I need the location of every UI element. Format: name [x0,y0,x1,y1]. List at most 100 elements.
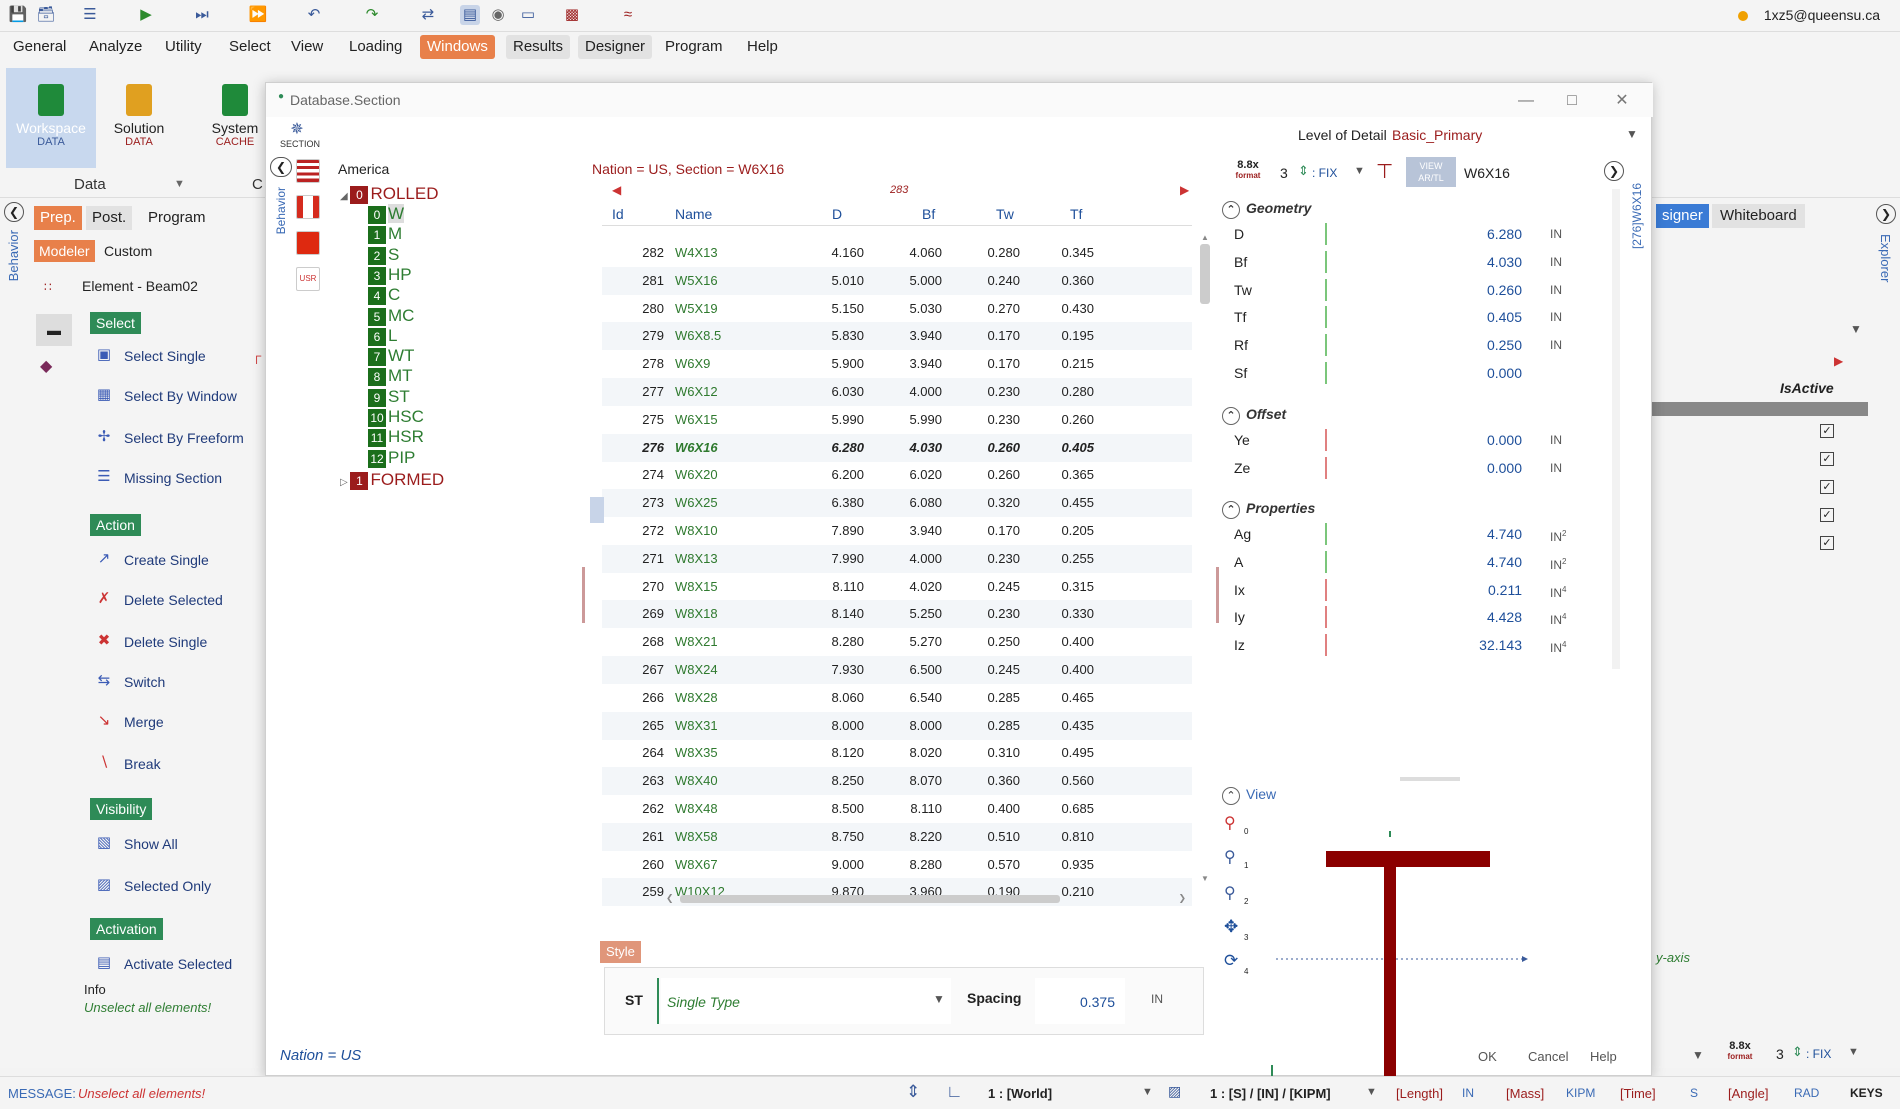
right-dropdown-icon[interactable]: ▼ [1850,322,1862,336]
camera-icon[interactable]: ◉ [488,5,508,25]
window-icon[interactable]: ▭ [518,5,538,25]
run-selected-icon[interactable]: ⏩ [248,5,268,25]
ok-button[interactable]: OK [1478,1049,1497,1064]
col-name[interactable]: Name [675,203,712,225]
table-row[interactable]: 278 W6X9 5.900 3.940 0.170 0.215 [602,350,1192,378]
flag-user-icon[interactable]: USR [296,267,320,291]
menu-help[interactable]: Help [740,35,785,59]
table-row[interactable]: 264 W8X35 8.120 8.020 0.310 0.495 [602,739,1192,767]
menu-loading[interactable]: Loading [342,35,409,59]
property-row-ze[interactable]: Ze 0.000 IN [1222,455,1614,481]
switch-tool[interactable]: ⇆ Switch [92,670,166,694]
workspace-data-button[interactable]: Workspace DATA [6,68,96,168]
table-row[interactable]: 263 W8X40 8.250 8.070 0.360 0.560 [602,767,1192,796]
tab-post[interactable]: Post. [86,206,133,230]
tag-icon[interactable]: ◆ [40,356,52,376]
style-type-select[interactable]: Single Type ▼ [661,978,951,1024]
table-row[interactable]: 275 W6X15 5.990 5.990 0.230 0.260 [602,406,1192,434]
tree-node-m[interactable]: 1M [368,225,402,245]
menu-analyze[interactable]: Analyze [82,35,149,59]
missing-section-tool[interactable]: ☰ Missing Section [92,466,222,490]
properties-header[interactable]: ⌃ Properties [1222,497,1315,519]
coordinate-system-icon[interactable]: ∟ [946,1082,963,1102]
table-row[interactable]: 270 W8X15 8.110 4.020 0.245 0.315 [602,573,1192,601]
table-row[interactable]: 272 W8X10 7.890 3.940 0.170 0.205 [602,517,1192,545]
property-row-sf[interactable]: Sf 0.000 [1222,360,1614,386]
explorer-vertical-tab[interactable]: Explorer [1878,234,1893,282]
property-row-a[interactable]: A 4.740 IN2 [1222,549,1614,575]
zoom-in-icon[interactable]: ⚲ [1224,813,1236,833]
global-format-dropdown-icon[interactable]: ▼ [1848,1046,1859,1058]
property-row-tw[interactable]: Tw 0.260 IN [1222,277,1614,303]
menu-designer[interactable]: Designer [578,35,653,59]
dialog-behavior-tab[interactable]: Behavior [274,187,288,234]
tree-icon[interactable]: ☰ [80,5,100,25]
tree-node-wt[interactable]: 7 WT [368,347,414,367]
property-row-rf[interactable]: Rf 0.250 IN [1222,332,1614,358]
network-icon[interactable]: ▩ [562,5,582,25]
select-by-window-tool[interactable]: ▦ Select By Window [92,384,237,408]
table-vscroll-thumb[interactable] [1200,244,1210,304]
world-select[interactable]: 1 : [World] [988,1086,1052,1101]
table-row[interactable]: 273 W6X25 6.380 6.080 0.320 0.455 [602,489,1192,518]
tree-node-s[interactable]: 2S [368,245,399,265]
subtab-custom[interactable]: Custom [104,240,152,262]
rotate-icon[interactable]: ⟳ [1224,951,1238,971]
tab-designer[interactable]: signer [1656,204,1709,228]
section-mode-button[interactable]: ✵ SECTION [280,119,320,149]
behavior-vertical-tab[interactable]: Behavior [6,230,21,281]
activate-selected-tool[interactable]: ▤ Activate Selected [92,952,232,976]
props-scrollbar[interactable] [1612,189,1620,669]
ribbon-group-dropdown-icon[interactable]: ▼ [174,178,185,190]
table-row[interactable]: 265 W8X31 8.000 8.000 0.285 0.435 [602,711,1192,740]
delete-selected-tool[interactable]: ✗ Delete Selected [92,588,223,612]
delete-single-tool[interactable]: ✖ Delete Single [92,630,208,654]
flag-china-icon[interactable] [296,231,320,255]
tab-program[interactable]: Program [144,206,210,230]
close-icon[interactable]: ✕ [1612,91,1632,111]
menu-general[interactable]: General [6,35,73,59]
world-dropdown-icon[interactable]: ▼ [1142,1086,1153,1098]
user-account[interactable]: 1xz5@queensu.ca [1737,7,1880,23]
global-digits[interactable]: 3 [1776,1046,1784,1062]
tree-node-w[interactable]: 0W [368,204,405,224]
tree-node-formed[interactable]: ▷ 1 FORMED [340,471,444,490]
table-hscroll-thumb[interactable] [680,895,1060,903]
create-single-tool[interactable]: ↗ Create Single [92,548,209,572]
time-unit[interactable]: S [1690,1086,1698,1100]
table-row[interactable]: 260 W8X67 9.000 8.280 0.570 0.935 [602,851,1192,879]
right-collapse-icon[interactable]: ❯ [1876,204,1896,224]
splitter-handle[interactable] [1216,567,1219,623]
tree-node-pip[interactable]: 12 PIP [368,448,415,468]
menu-view[interactable]: View [284,35,330,59]
splitter-handle[interactable] [582,567,585,623]
view-header[interactable]: ⌃ View [1222,783,1276,805]
table-row[interactable]: 262 W8X48 8.500 8.110 0.400 0.685 [602,795,1192,823]
col-d[interactable]: D [832,203,842,225]
format-dropdown-icon[interactable]: ▼ [1354,165,1365,177]
tab-prep[interactable]: Prep. [34,206,82,230]
minimize-icon[interactable]: — [1516,91,1536,111]
table-row[interactable]: 280 W5X19 5.150 5.030 0.270 0.430 [602,295,1192,323]
subtab-modeler[interactable]: Modeler [34,240,95,262]
property-row-bf[interactable]: Bf 4.030 IN [1222,249,1614,275]
tree-node-hsr[interactable]: 11 HSR [368,428,424,448]
isactive-checkbox[interactable]: ✓ [1820,480,1834,494]
tree-node-mt[interactable]: 8 MT [368,367,413,387]
length-unit[interactable]: IN [1462,1086,1474,1100]
flag-canada-icon[interactable] [296,195,320,219]
dialog-right-collapse-icon[interactable]: ❯ [1604,161,1624,181]
tab-whiteboard[interactable]: Whiteboard [1712,204,1805,228]
zoom-out-icon[interactable]: ⚲ [1224,847,1236,867]
beam-element-icon[interactable]: ▬ [36,314,72,346]
spacing-input[interactable]: 0.375 [1035,978,1125,1024]
save-icon[interactable]: 💾 [8,5,28,25]
help-button[interactable]: Help [1590,1049,1617,1064]
section-preview[interactable] [1266,803,1646,1103]
property-row-ye[interactable]: Ye 0.000 IN [1222,427,1614,453]
menu-utility[interactable]: Utility [158,35,209,59]
units-select[interactable]: 1 : [S] / [IN] / [KIPM] [1210,1086,1331,1101]
table-hscrollbar[interactable]: ❮ ❯ [666,893,1186,905]
geometry-header[interactable]: ⌃ Geometry [1222,197,1311,219]
table-row[interactable]: 266 W8X28 8.060 6.540 0.285 0.465 [602,684,1192,712]
